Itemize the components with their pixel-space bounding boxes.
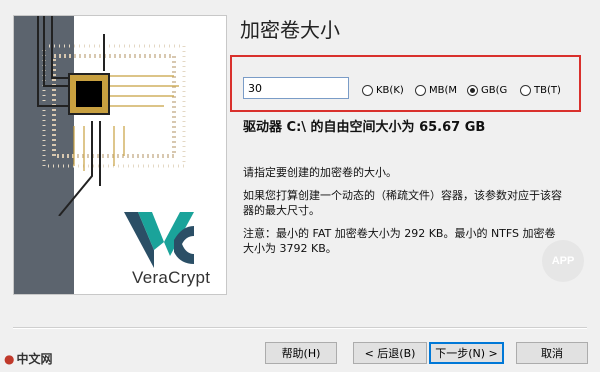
unit-label: MB(M	[429, 84, 458, 96]
back-button[interactable]: < 后退(B)	[353, 342, 427, 364]
site-watermark-text: 中文网	[16, 352, 53, 366]
radio-button-icon	[362, 84, 373, 96]
page-title: 加密卷大小	[240, 18, 340, 42]
help-paragraph-1: 请指定要创建的加密卷的大小。	[243, 166, 397, 179]
unit-radio-tb[interactable]: TB(T)	[520, 83, 561, 97]
help-paragraph-2: 如果您打算创建一个动态的（稀疏文件）容器，该参数对应于该容器的最大尺寸。	[243, 189, 562, 217]
cancel-button[interactable]: 取消	[516, 342, 588, 364]
php-logo-icon: ●	[4, 352, 15, 366]
free-space-label: 驱动器 C:\ 的自由空间大小为 65.67 GB	[243, 120, 486, 135]
radio-button-checked-icon	[467, 84, 478, 96]
chip-circuit-icon	[37, 16, 186, 216]
unit-radio-kb[interactable]: KB(K)	[362, 83, 404, 97]
help-button[interactable]: 帮助(H)	[265, 342, 337, 364]
next-button[interactable]: 下一步(N) >	[429, 342, 504, 364]
site-watermark: ● 中文网	[4, 350, 53, 367]
unit-label: GB(G	[481, 84, 508, 96]
brand-name: VeraCrypt	[132, 268, 211, 287]
unit-label: KB(K)	[376, 84, 404, 96]
help-paragraph-3: 注意：最小的 FAT 加密卷大小为 292 KB。最小的 NTFS 加密卷大小为…	[243, 227, 556, 255]
wizard-banner-image: VeraCrypt	[13, 15, 227, 295]
unit-radio-gb[interactable]: GB(G	[467, 83, 507, 97]
unit-radio-mb[interactable]: MB(M	[415, 83, 457, 97]
app-watermark: APP	[542, 240, 584, 282]
volume-size-input[interactable]	[243, 77, 349, 99]
veracrypt-logo-icon	[124, 212, 194, 268]
button-divider	[13, 327, 587, 329]
radio-button-icon	[520, 84, 531, 96]
unit-label: TB(T)	[534, 84, 561, 96]
radio-button-icon	[415, 84, 426, 96]
